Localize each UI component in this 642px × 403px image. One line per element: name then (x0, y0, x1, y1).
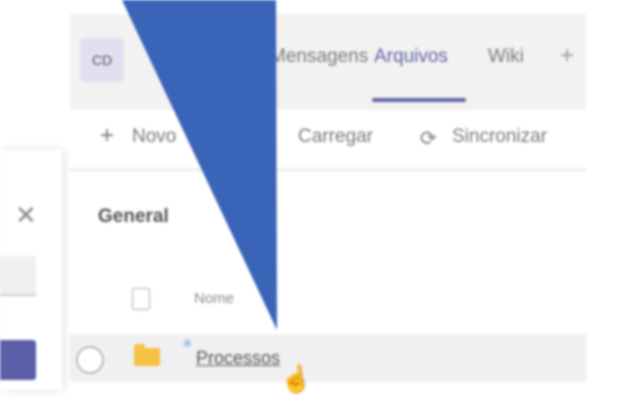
upload-button[interactable]: Carregar (298, 126, 373, 148)
dialog-primary-button[interactable] (0, 340, 36, 380)
active-tab-indicator (372, 98, 466, 102)
sync-icon[interactable]: ⟳ (420, 126, 437, 151)
side-dialog: ✕ (0, 150, 62, 390)
add-tab-plus-icon[interactable]: + (560, 42, 574, 70)
files-content: General Nome ✳ Processos ☝ (70, 172, 586, 396)
channel-header: CD Mensagens Arquivos Wiki + (70, 14, 586, 106)
row-select-radio[interactable] (76, 346, 104, 374)
hand-cursor-icon: ☝ (278, 361, 315, 397)
tab-messages[interactable]: Mensagens (270, 46, 368, 68)
new-button[interactable]: Novo (132, 126, 176, 148)
tab-wiki[interactable]: Wiki (488, 46, 524, 68)
tab-files[interactable]: Arquivos (374, 46, 448, 68)
plus-icon[interactable]: + (100, 122, 114, 150)
section-title: General (98, 206, 169, 227)
team-avatar[interactable]: CD (80, 38, 124, 82)
close-icon[interactable]: ✕ (15, 202, 37, 228)
folder-icon (134, 344, 160, 366)
sync-button[interactable]: Sincronizar (452, 126, 547, 148)
files-toolbar: + Novo Carregar ⟳ Sincronizar (70, 110, 586, 168)
sparkle-icon: ✳ (182, 336, 193, 351)
file-name-link[interactable]: Processos (196, 348, 280, 369)
column-header-name[interactable]: Nome (194, 290, 234, 307)
table-row[interactable]: ✳ Processos ☝ (70, 334, 586, 396)
file-type-column-icon (132, 288, 150, 310)
teams-channel-panel: CD Mensagens Arquivos Wiki + + Novo Carr… (70, 14, 586, 396)
dialog-input-field[interactable] (0, 256, 36, 296)
